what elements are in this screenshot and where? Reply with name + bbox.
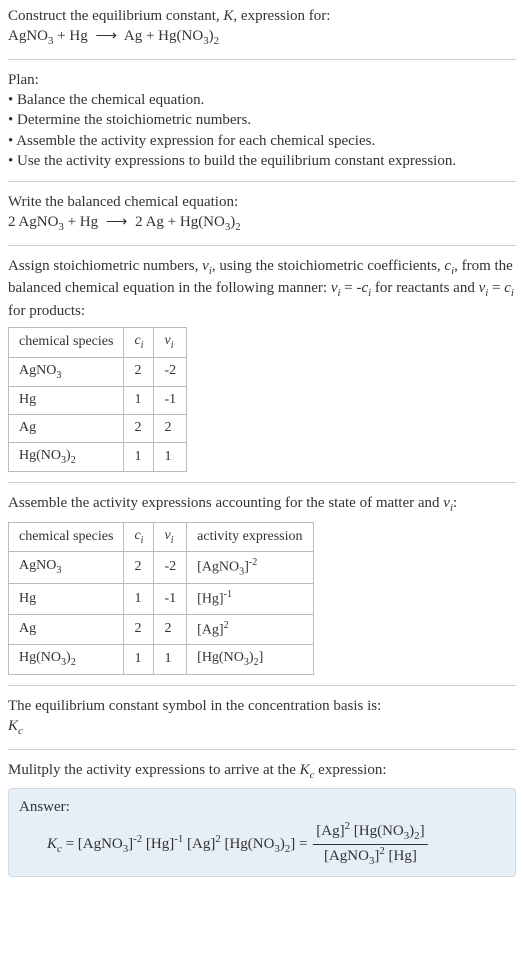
stoich-table: chemical species ci νi AgNO3 2 -2 Hg 1 -… (8, 327, 187, 472)
cell-vi: -1 (154, 387, 187, 415)
cell-vi: -1 (154, 584, 187, 615)
answer-box: Answer: Kc = [AgNO3]-2 [Hg]-1 [Ag]2 [Hg(… (8, 788, 516, 877)
answer-expression: Kc = [AgNO3]-2 [Hg]-1 [Ag]2 [Hg(NO3)2] =… (19, 817, 505, 868)
stoich-block: Assign stoichiometric numbers, νi, using… (8, 256, 516, 472)
question-block: Construct the equilibrium constant, K, e… (8, 6, 516, 49)
cell-ci: 2 (124, 357, 154, 386)
cell-vi: 2 (154, 414, 187, 442)
table-row: AgNO3 2 -2 [AgNO3]-2 (9, 552, 314, 584)
symbol-kc: Kc (8, 716, 516, 739)
cell-species: Hg (9, 584, 124, 615)
plan-block: Plan: • Balance the chemical equation. •… (8, 70, 516, 171)
cell-vi: -2 (154, 552, 187, 584)
plan-item-text: Balance the chemical equation. (17, 92, 204, 108)
col-vi: νi (154, 522, 187, 551)
plan-item: • Balance the chemical equation. (8, 90, 516, 110)
plan-item-text: Assemble the activity expression for eac… (16, 133, 375, 149)
unbalanced-equation: AgNO3 + Hg ⟶ Ag + Hg(NO3)2 (8, 26, 516, 49)
cell-ci: 2 (124, 414, 154, 442)
table-row: Ag 2 2 (9, 414, 187, 442)
question-text: Construct the equilibrium constant, K, e… (8, 6, 516, 26)
cell-ci: 1 (124, 387, 154, 415)
col-species: chemical species (9, 522, 124, 551)
cell-ci: 1 (124, 442, 154, 471)
cell-species: Ag (9, 614, 124, 645)
cell-species: Ag (9, 414, 124, 442)
table-header-row: chemical species ci νi (9, 328, 187, 357)
plan-item: • Use the activity expressions to build … (8, 151, 516, 171)
plan-item-text: Determine the stoichiometric numbers. (17, 112, 251, 128)
cell-vi: 1 (154, 442, 187, 471)
cell-expr: [Hg]-1 (187, 584, 313, 615)
divider (8, 181, 516, 182)
balanced-equation: 2 AgNO3 + Hg ⟶ 2 Ag + Hg(NO3)2 (8, 212, 516, 235)
col-ci: ci (124, 328, 154, 357)
col-ci: ci (124, 522, 154, 551)
divider (8, 749, 516, 750)
table-row: Ag 2 2 [Ag]2 (9, 614, 314, 645)
divider (8, 59, 516, 60)
activity-intro: Assemble the activity expressions accoun… (8, 493, 516, 516)
cell-ci: 1 (124, 584, 154, 615)
fraction-denominator: [AgNO3]2 [Hg] (313, 845, 427, 868)
plan-item: • Determine the stoichiometric numbers. (8, 110, 516, 130)
plan-title: Plan: (8, 70, 516, 90)
fraction-numerator: [Ag]2 [Hg(NO3)2] (313, 821, 427, 845)
balanced-block: Write the balanced chemical equation: 2 … (8, 192, 516, 235)
symbol-block: The equilibrium constant symbol in the c… (8, 696, 516, 739)
plan-item: • Assemble the activity expression for e… (8, 131, 516, 151)
col-species: chemical species (9, 328, 124, 357)
cell-expr: [AgNO3]-2 (187, 552, 313, 584)
table-row: Hg(NO3)2 1 1 [Hg(NO3)2] (9, 645, 314, 674)
cell-vi: -2 (154, 357, 187, 386)
cell-ci: 1 (124, 645, 154, 674)
col-expr: activity expression (187, 522, 313, 551)
multiply-block: Mulitply the activity expressions to arr… (8, 760, 516, 783)
cell-vi: 2 (154, 614, 187, 645)
cell-species: Hg(NO3)2 (9, 442, 124, 471)
col-vi: νi (154, 328, 187, 357)
table-header-row: chemical species ci νi activity expressi… (9, 522, 314, 551)
activity-block: Assemble the activity expressions accoun… (8, 493, 516, 674)
cell-vi: 1 (154, 645, 187, 674)
divider (8, 482, 516, 483)
cell-species: AgNO3 (9, 552, 124, 584)
cell-expr: [Hg(NO3)2] (187, 645, 313, 674)
symbol-line: The equilibrium constant symbol in the c… (8, 696, 516, 716)
activity-table: chemical species ci νi activity expressi… (8, 522, 314, 675)
table-row: Hg 1 -1 [Hg]-1 (9, 584, 314, 615)
multiply-line: Mulitply the activity expressions to arr… (8, 760, 516, 783)
plan-item-text: Use the activity expressions to build th… (17, 153, 456, 169)
cell-species: Hg (9, 387, 124, 415)
cell-ci: 2 (124, 614, 154, 645)
divider (8, 685, 516, 686)
table-row: Hg 1 -1 (9, 387, 187, 415)
cell-ci: 2 (124, 552, 154, 584)
answer-label: Answer: (19, 797, 505, 817)
stoich-intro: Assign stoichiometric numbers, νi, using… (8, 256, 516, 321)
table-row: Hg(NO3)2 1 1 (9, 442, 187, 471)
cell-expr: [Ag]2 (187, 614, 313, 645)
answer-fraction: [Ag]2 [Hg(NO3)2] [AgNO3]2 [Hg] (313, 821, 427, 868)
cell-species: Hg(NO3)2 (9, 645, 124, 674)
divider (8, 245, 516, 246)
cell-species: AgNO3 (9, 357, 124, 386)
table-row: AgNO3 2 -2 (9, 357, 187, 386)
balanced-intro: Write the balanced chemical equation: (8, 192, 516, 212)
